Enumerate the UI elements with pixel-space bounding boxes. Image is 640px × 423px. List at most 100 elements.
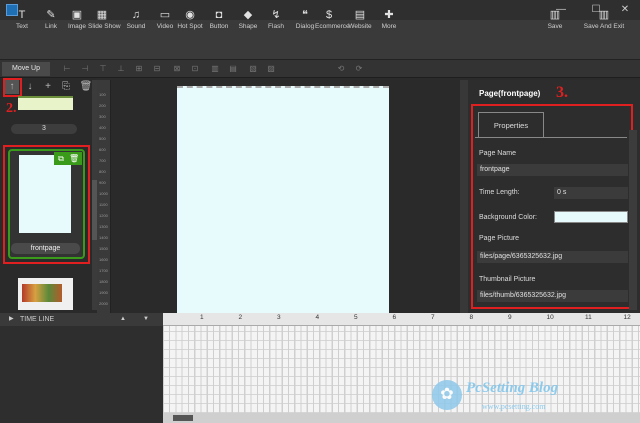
watermark: ✿ PcSetting Blog www.pcsetting.com <box>432 380 632 420</box>
timeline-scroll-thumb[interactable] <box>173 415 193 421</box>
align-tool-icon[interactable]: ⊠ <box>172 63 182 75</box>
ruler-tick-label: 1900 <box>99 290 108 295</box>
ruler-tick-label: 1200 <box>99 213 108 218</box>
tool-label: Shape <box>238 23 258 30</box>
thumbnail-photo <box>22 284 62 302</box>
button-icon: ◘ <box>215 9 223 21</box>
ruler-tick-label: 1400 <box>99 235 108 240</box>
align-tool-icon[interactable]: ▧ <box>248 63 258 75</box>
ruler-tick-label: 100 <box>99 92 106 97</box>
background-color-swatch[interactable] <box>554 211 628 223</box>
panel-title: Page(frontpage) <box>479 89 541 98</box>
page-thumbnail-prev[interactable] <box>18 96 73 110</box>
tool-video-button[interactable]: ▭ Video <box>151 7 179 37</box>
tool-shape-button[interactable]: ◆ Shape <box>234 7 262 37</box>
align-tool-icon[interactable]: ⊞ <box>134 63 144 75</box>
tool-text-button[interactable]: T Text <box>8 7 36 37</box>
align-tool-icon[interactable]: ⟲ <box>336 63 346 75</box>
save-button[interactable]: ▥ Save <box>540 7 570 37</box>
trash-page-icon[interactable]: 🗑 <box>69 153 79 164</box>
tool-ecommerce-button[interactable]: $ Ecommerce <box>315 7 350 37</box>
tool-label: More <box>381 23 397 30</box>
tool-more-button[interactable]: ✚ More <box>375 7 403 37</box>
page-thumbnail-label: 3 <box>11 124 77 134</box>
timeline-ruler-number: 7 <box>431 314 435 321</box>
align-tool-icon[interactable]: ⟳ <box>354 63 364 75</box>
image-icon: ▣ <box>71 9 83 21</box>
ruler-tick-label: 1100 <box>99 202 108 207</box>
page-thumbnail-next[interactable] <box>18 278 73 310</box>
ruler-tick-label: 800 <box>99 169 106 174</box>
tool-sound-button[interactable]: ♫ Sound <box>122 7 150 37</box>
selected-page-label: frontpage <box>11 243 80 254</box>
timeline-ruler-number: 9 <box>508 314 512 321</box>
tool-slide-show-button[interactable]: ▦ Slide Show <box>88 7 121 37</box>
tool-label: Sound <box>126 23 146 30</box>
page-name-field[interactable]: frontpage <box>477 164 628 176</box>
tool-label: Website <box>348 23 372 30</box>
ruler-tick-label: 1000 <box>99 191 108 196</box>
align-tool-icon[interactable]: ⊥ <box>116 63 126 75</box>
timeline-ruler-number: 2 <box>238 314 243 321</box>
tool-label: Ecommerce <box>315 23 350 30</box>
flash-icon: ↯ <box>271 9 281 21</box>
align-tool-icon[interactable]: ▥ <box>210 63 220 75</box>
align-tool-icon[interactable]: ⊤ <box>98 63 108 75</box>
ruler-tick-label: 300 <box>99 114 106 119</box>
align-tool-icon[interactable]: ▨ <box>266 63 276 75</box>
tool-hot-spot-button[interactable]: ◉ Hot Spot <box>176 7 204 37</box>
delete-page-icon[interactable]: 🗑 <box>79 80 93 94</box>
page-thumbnail-canvas <box>19 155 71 233</box>
save-icon: ▥ <box>549 9 561 21</box>
ruler-tick-label: 1600 <box>99 257 108 262</box>
page-picture-field[interactable]: files/page/6365325632.jpg <box>477 251 628 263</box>
link-icon: ✎ <box>46 9 56 21</box>
page-canvas[interactable] <box>177 86 389 313</box>
timeline-ruler-number: 8 <box>469 314 474 321</box>
ruler-tick-label: 900 <box>99 180 106 185</box>
timeline-label: TIME LINE <box>20 316 55 323</box>
align-tool-icon[interactable]: ⊡ <box>190 63 200 75</box>
align-toolbar <box>0 60 640 78</box>
timeline-ruler-number: 6 <box>392 314 397 321</box>
tab-properties[interactable]: Properties <box>478 112 544 137</box>
canvas-scrollbar[interactable] <box>460 80 468 313</box>
thumbnail-picture-field[interactable]: files/thumb/6365325632.jpg <box>477 290 628 302</box>
timeline-ruler-number: 5 <box>354 314 358 321</box>
timeline-expand-down-icon[interactable]: ▼ <box>143 313 149 326</box>
properties-scrollbar[interactable] <box>629 130 637 310</box>
align-tool-icon[interactable]: ⊣ <box>80 63 90 75</box>
watermark-logo: ✿ <box>432 380 462 410</box>
copy-page-icon[interactable]: ⧉ <box>56 153 66 164</box>
align-tool-icon[interactable]: ▤ <box>228 63 238 75</box>
timeline-ruler-number: 1 <box>200 314 204 321</box>
page-name-label: Page Name <box>479 150 516 157</box>
timeline-ruler-number: 12 <box>623 314 631 321</box>
timeline-ruler-number: 11 <box>585 314 592 321</box>
tool-image-button[interactable]: ▣ Image <box>63 7 91 37</box>
tool-flash-button[interactable]: ↯ Flash <box>262 7 290 37</box>
duplicate-page-icon[interactable]: ⎘ <box>59 80 73 94</box>
timeline-expand-icon[interactable]: ▶ <box>9 313 14 326</box>
timeline-ruler-number: 3 <box>277 314 281 321</box>
add-page-icon[interactable]: + <box>41 80 55 94</box>
align-tool-icon[interactable]: ⊟ <box>152 63 162 75</box>
timeline-collapse-icon[interactable]: ▲ <box>120 313 126 326</box>
thumbnail-picture-label: Thumbnail Picture <box>479 276 536 283</box>
tab-underline <box>475 137 627 138</box>
annotation-label-3: 3. <box>556 84 568 101</box>
move-down-arrow-icon[interactable]: ↓ <box>23 80 37 94</box>
ruler-tick-label: 1800 <box>99 279 108 284</box>
tool-label: Image <box>67 23 87 30</box>
move-up-tab[interactable]: Move Up <box>2 62 50 76</box>
ruler-tick-label: 600 <box>99 147 106 152</box>
tool-website-button[interactable]: ▤ Website <box>346 7 374 37</box>
save-and-exit-button[interactable]: ▥ Save And Exit <box>580 7 628 37</box>
timeline-ruler-number: 10 <box>546 314 554 321</box>
time-length-field[interactable]: 0 s <box>554 187 628 199</box>
align-tool-icon[interactable]: ⊢ <box>62 63 72 75</box>
ruler-tick-label: 400 <box>99 125 106 130</box>
timeline-ruler-number: 4 <box>315 314 320 321</box>
tool-link-button[interactable]: ✎ Link <box>37 7 65 37</box>
tool-button-button[interactable]: ◘ Button <box>205 7 233 37</box>
